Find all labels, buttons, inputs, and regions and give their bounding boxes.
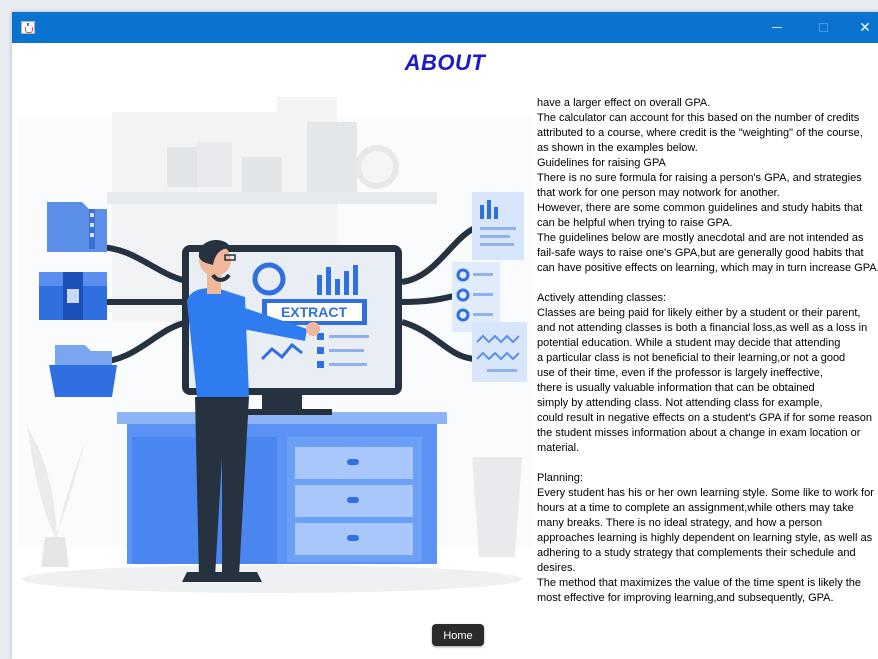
desk (117, 412, 447, 564)
minimize-icon (772, 27, 782, 28)
maximize-icon (818, 23, 828, 32)
wave-document-icon (472, 322, 527, 382)
open-folder-icon (49, 345, 117, 397)
folder-zip-icon (47, 202, 107, 252)
close-icon: ✕ (859, 19, 871, 35)
extract-label: EXTRACT (281, 304, 348, 320)
page-title: ABOUT (404, 50, 486, 75)
report-document-icon (472, 192, 524, 260)
close-button[interactable]: ✕ (842, 12, 878, 43)
list-document-icon (452, 262, 500, 332)
floor-shadow (22, 565, 522, 593)
maximize-button[interactable] (800, 12, 846, 43)
about-gpa-text: have a larger effect on overall GPA. The… (537, 97, 878, 604)
java-app-icon (21, 21, 35, 34)
home-button[interactable]: Home (432, 624, 484, 646)
title-bar[interactable]: ✕ (12, 12, 878, 43)
archive-box-icon (39, 272, 107, 320)
trash-bin (472, 457, 522, 557)
app-window: ✕ ABOUT EXTRACT have a larger effect on … (12, 12, 878, 659)
data-extraction-illustration: EXTRACT (17, 97, 532, 593)
minimize-button[interactable] (754, 12, 800, 43)
